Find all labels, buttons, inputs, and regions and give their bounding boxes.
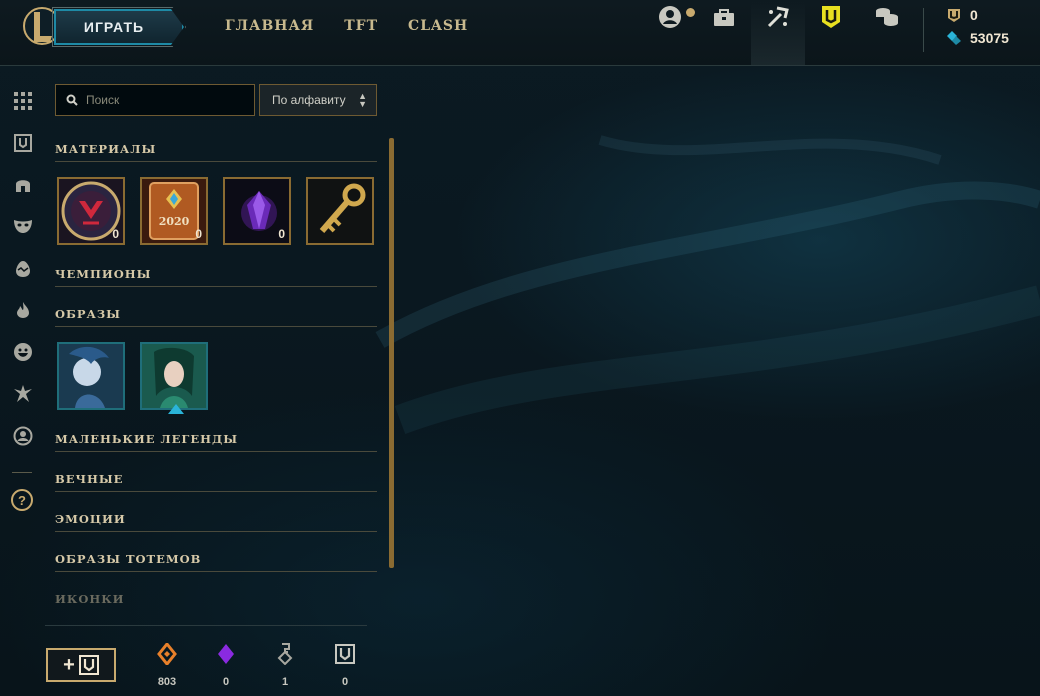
tokens-balance: 0 xyxy=(946,7,978,23)
search-box[interactable] xyxy=(55,84,255,116)
section-title: МАТЕРИАЛЫ xyxy=(55,142,157,156)
section-title: ЭМОЦИИ xyxy=(55,512,126,526)
loot-list: МАТЕРИАЛЫ 0 2020 0 0 ЧЕМПИОНЫ ОБРАЗЫ МАЛ… xyxy=(55,138,377,610)
profile-icon[interactable] xyxy=(653,0,687,34)
loot-tile-worlds-emblem[interactable]: 0 xyxy=(57,177,125,245)
chest-count-icon xyxy=(335,644,355,664)
nav-home[interactable]: ГЛАВНАЯ xyxy=(225,18,314,34)
orange-essence-value: 803 xyxy=(157,676,177,688)
bottom-divider xyxy=(45,625,367,626)
token-icon xyxy=(948,9,960,22)
tile-count: 0 xyxy=(112,227,119,241)
section-emotes[interactable]: ЭМОЦИИ xyxy=(55,508,377,532)
orange-essence-icon xyxy=(157,641,177,667)
section-title: МАЛЕНЬКИЕ ЛЕГЕНДЫ xyxy=(55,432,239,446)
section-title: ИКОНКИ xyxy=(55,592,125,606)
key-fragment-icon xyxy=(277,643,293,666)
skins-mask-icon[interactable] xyxy=(12,215,34,237)
section-eternals[interactable]: ВЕЧНЫЕ xyxy=(55,468,377,492)
section-title: ОБРАЗЫ xyxy=(55,307,121,321)
nav-tft[interactable]: TFT xyxy=(344,18,378,34)
profile-icons-icon[interactable] xyxy=(12,425,34,447)
sort-dropdown[interactable]: По алфавиту ▲ ▼ xyxy=(259,84,377,116)
all-categories-icon[interactable] xyxy=(12,90,34,112)
key-fragment-value: 1 xyxy=(281,676,289,688)
loot-tile-2020-pass[interactable]: 2020 0 xyxy=(140,177,208,245)
gem-resource: 0 xyxy=(206,643,246,688)
header-divider xyxy=(923,8,924,52)
pass-icon[interactable] xyxy=(814,0,848,34)
craft-plus-label: + xyxy=(63,653,75,676)
list-scrollbar[interactable] xyxy=(389,138,394,568)
gem-icon xyxy=(218,644,234,664)
key-fragment-resource: 1 xyxy=(265,643,305,688)
section-ward-skins[interactable]: ОБРАЗЫ ТОТЕМОВ xyxy=(55,548,377,572)
eternals-flame-icon[interactable] xyxy=(12,299,34,321)
section-title: ОБРАЗЫ ТОТЕМОВ xyxy=(55,552,202,566)
blue-essence-value: 53075 xyxy=(970,30,1009,46)
tile-count: 0 xyxy=(278,227,285,241)
section-little-legends[interactable]: МАЛЕНЬКИЕ ЛЕГЕНДЫ xyxy=(55,428,377,452)
hextech-key-icon xyxy=(308,179,372,243)
section-title: ЧЕМПИОНЫ xyxy=(55,267,152,281)
notification-dot xyxy=(686,8,695,17)
help-button[interactable]: ? xyxy=(11,489,33,511)
section-materials[interactable]: МАТЕРИАЛЫ xyxy=(55,138,377,162)
ward-totem-icon[interactable] xyxy=(12,383,34,405)
skin-tile[interactable] xyxy=(57,342,125,410)
help-icon: ? xyxy=(18,492,26,508)
blue-essence-icon xyxy=(947,31,961,45)
search-icon xyxy=(66,94,78,106)
nav-clash[interactable]: CLASH xyxy=(408,18,468,34)
store-coins-icon[interactable] xyxy=(870,0,904,34)
skin-tile[interactable] xyxy=(140,342,208,410)
rarity-marker-icon xyxy=(168,404,184,414)
chest-resource: 0 xyxy=(325,643,365,688)
gem-value: 0 xyxy=(222,676,230,688)
loot-tile-hextech-key[interactable] xyxy=(306,177,374,245)
chest-icon xyxy=(78,655,99,675)
section-title: ВЕЧНЫЕ xyxy=(55,472,124,486)
collection-icon[interactable] xyxy=(707,0,741,34)
skin-1-art xyxy=(59,344,123,408)
section-icons[interactable]: ИКОНКИ xyxy=(55,588,377,610)
section-skins[interactable]: ОБРАЗЫ xyxy=(55,303,377,327)
chest-category-icon[interactable] xyxy=(12,132,34,154)
sort-value: По алфавиту xyxy=(272,93,346,107)
main-nav: ГЛАВНАЯ TFT CLASH xyxy=(225,18,468,34)
pass-year-label: 2020 xyxy=(159,215,190,228)
tile-count: 0 xyxy=(195,227,202,241)
top-bar: ИГРАТЬ ГЛАВНАЯ TFT CLASH 0 53075 xyxy=(0,0,1040,66)
chest-value: 0 xyxy=(341,676,349,688)
loot-tile-purple-gem[interactable]: 0 xyxy=(223,177,291,245)
tokens-value: 0 xyxy=(970,7,978,23)
champion-helmet-icon[interactable] xyxy=(12,174,34,196)
emotes-face-icon[interactable] xyxy=(12,341,34,363)
section-champions[interactable]: ЧЕМПИОНЫ xyxy=(55,263,377,287)
play-button[interactable]: ИГРАТЬ xyxy=(54,9,184,45)
orange-essence-resource: 803 xyxy=(147,641,187,688)
little-legend-egg-icon[interactable] xyxy=(12,258,34,280)
play-button-label: ИГРАТЬ xyxy=(83,19,145,35)
blue-essence-balance: 53075 xyxy=(946,30,1009,46)
skin-2-art xyxy=(142,344,206,408)
sort-chevron-icon: ▲ ▼ xyxy=(358,91,367,109)
search-input[interactable] xyxy=(86,93,236,107)
loot-crafting-icon[interactable] xyxy=(761,0,795,34)
sidebar-divider xyxy=(12,472,32,473)
craft-chest-button[interactable]: + xyxy=(46,648,116,682)
